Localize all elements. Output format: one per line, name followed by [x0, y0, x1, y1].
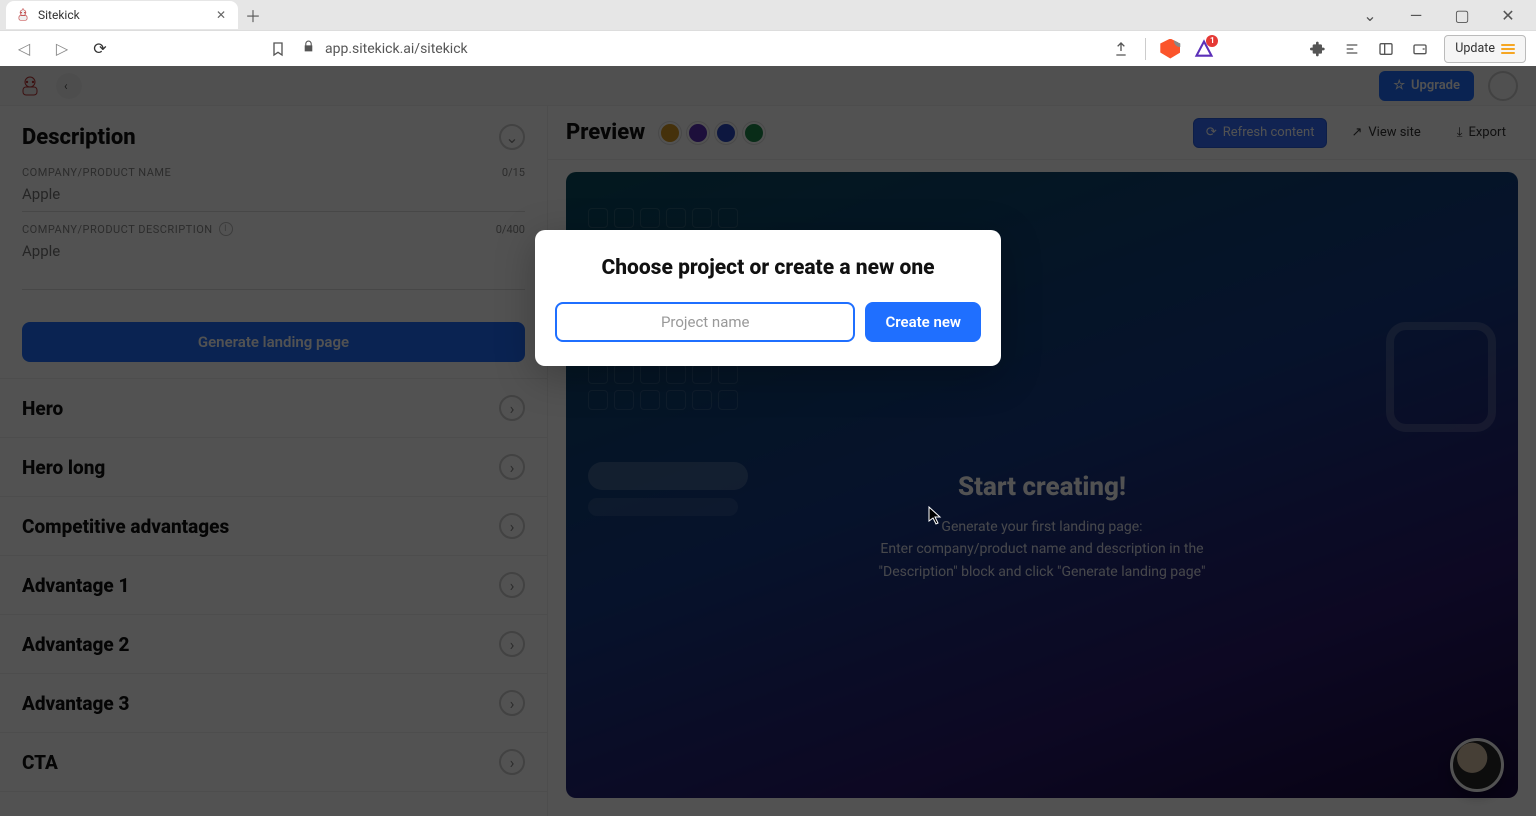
sidepanel-icon[interactable]: [1376, 39, 1396, 59]
nav-reload-icon[interactable]: ⟳: [86, 35, 114, 63]
app-shell: ‹ ☆ Upgrade Description ⌄ COMPANY/PRODUC…: [0, 66, 1536, 816]
new-tab-button[interactable]: ＋: [238, 0, 268, 30]
update-button[interactable]: Update: [1444, 35, 1526, 63]
extensions-icon[interactable]: [1308, 39, 1328, 59]
sitekick-favicon-icon: [16, 8, 30, 22]
share-icon[interactable]: [1111, 39, 1131, 59]
reading-list-icon[interactable]: [1342, 39, 1362, 59]
window-minimize-icon[interactable]: ―: [1394, 1, 1438, 29]
nav-back-icon[interactable]: ◁: [10, 35, 38, 63]
address-bar: ◁ ▷ ⟳ app.sitekick.ai/sitekick 2 1: [0, 30, 1536, 66]
browser-chrome: Sitekick ✕ ＋ ⌄ ― ▢ ✕ ◁ ▷ ⟳ app.sitekick.…: [0, 0, 1536, 66]
window-close-icon[interactable]: ✕: [1486, 1, 1530, 29]
brave-shield-icon[interactable]: 2: [1160, 39, 1180, 59]
nav-forward-icon: ▷: [48, 35, 76, 63]
window-controls: ⌄ ― ▢ ✕: [1348, 1, 1536, 29]
lock-icon: [302, 40, 315, 57]
tab-title: Sitekick: [38, 8, 206, 22]
create-new-button[interactable]: Create new: [865, 302, 981, 342]
rewards-badge: 1: [1206, 35, 1218, 47]
toolbar-separator: [1145, 38, 1146, 60]
tab-bar: Sitekick ✕ ＋ ⌄ ― ▢ ✕: [0, 0, 1536, 30]
tab-close-icon[interactable]: ✕: [214, 8, 228, 22]
brave-rewards-icon[interactable]: 1: [1194, 39, 1214, 59]
hamburger-icon: [1501, 44, 1515, 54]
url-box[interactable]: app.sitekick.ai/sitekick: [302, 40, 1101, 57]
update-label: Update: [1455, 41, 1495, 56]
shield-count-badge: 2: [1174, 35, 1186, 47]
window-maximize-icon[interactable]: ▢: [1440, 1, 1484, 29]
toolbar-right: 2 1 Update: [1111, 35, 1526, 63]
bookmark-icon[interactable]: [264, 35, 292, 63]
project-modal: Choose project or create a new one Creat…: [535, 230, 1001, 366]
project-name-input[interactable]: [555, 302, 855, 342]
wallet-icon[interactable]: [1410, 39, 1430, 59]
window-dropdown-icon[interactable]: ⌄: [1348, 1, 1392, 29]
url-text: app.sitekick.ai/sitekick: [325, 41, 468, 57]
modal-overlay[interactable]: [0, 66, 1536, 816]
modal-title: Choose project or create a new one: [555, 256, 981, 280]
create-new-label: Create new: [885, 313, 961, 331]
browser-tab[interactable]: Sitekick ✕: [6, 1, 238, 29]
